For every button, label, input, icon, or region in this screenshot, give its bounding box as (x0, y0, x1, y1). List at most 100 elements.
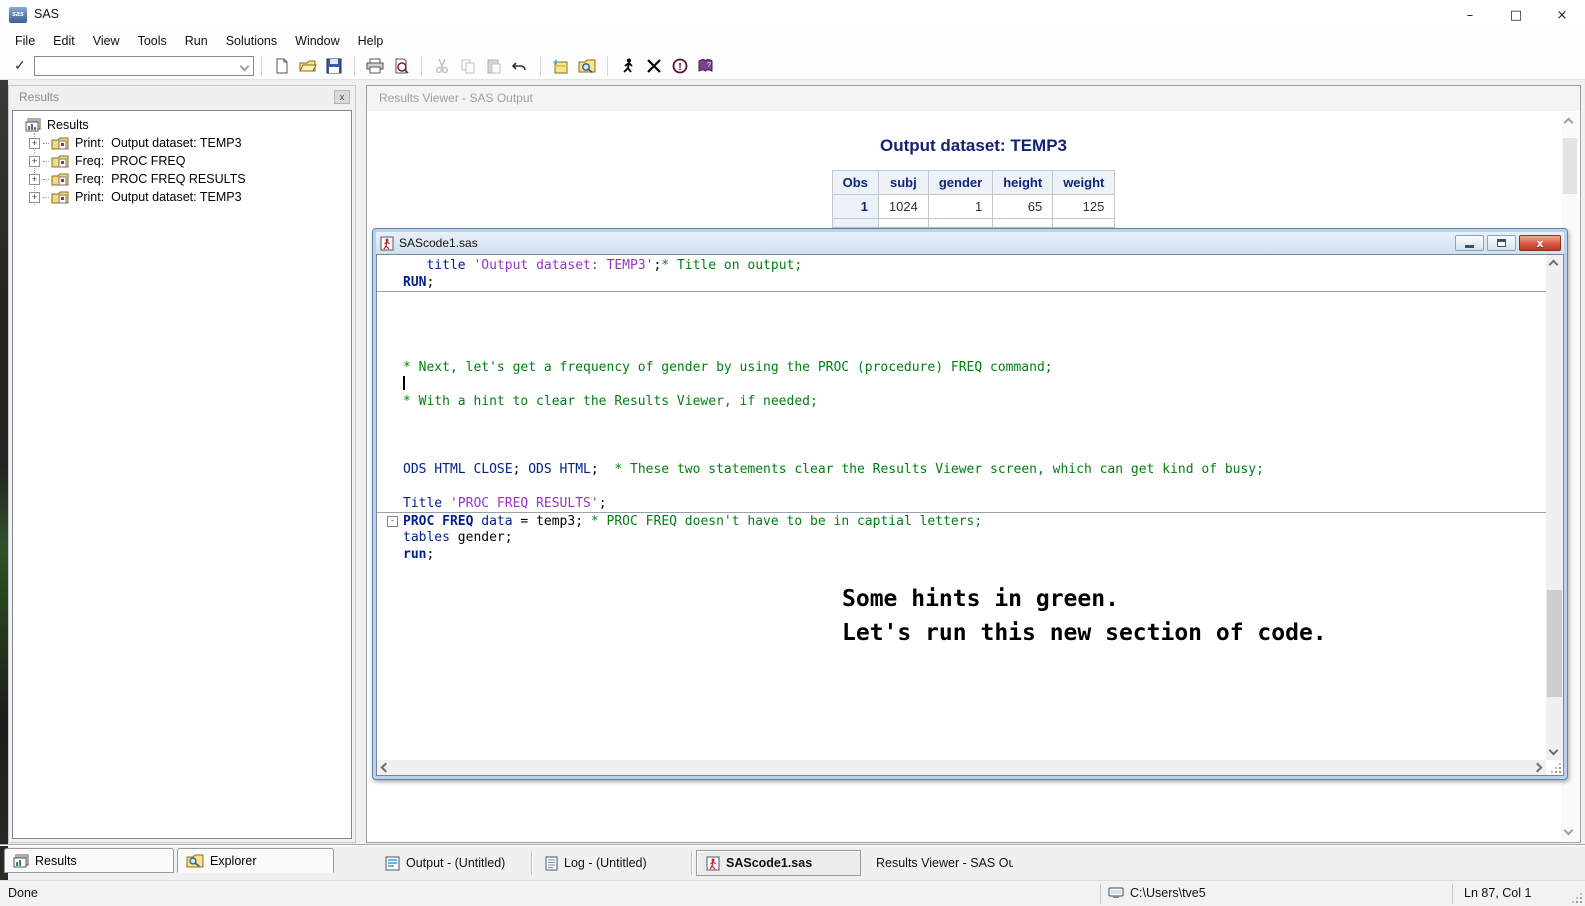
menu-run[interactable]: Run (176, 32, 217, 50)
text-caret (403, 376, 405, 390)
sas-application-window: sas SAS – □ × File Edit View Tools Run S… (0, 0, 1585, 906)
results-viewer-title[interactable]: Results Viewer - SAS Output (367, 86, 1580, 111)
editor-horizontal-scrollbar[interactable] (377, 760, 1546, 775)
editor-title-bar[interactable]: SAScode1.sas x (376, 232, 1564, 254)
tree-item-freq-1[interactable]: + Freq: PROC FREQ (19, 152, 351, 170)
menu-edit[interactable]: Edit (44, 32, 84, 50)
line-margin (377, 495, 403, 512)
tree-item-freq-2[interactable]: + Freq: PROC FREQ RESULTS (19, 170, 351, 188)
code-line[interactable]: title 'Output dataset: TEMP3';* Title on… (377, 257, 1546, 274)
menu-help[interactable]: Help (349, 32, 393, 50)
code-line[interactable]: Title 'PROC FREQ RESULTS'; (377, 495, 1546, 512)
code-line[interactable] (377, 308, 1546, 325)
taskbar-log-button[interactable]: Log - (Untitled) (536, 850, 688, 876)
menu-solutions[interactable]: Solutions (217, 32, 286, 50)
cursor-position: Ln 87, Col 1 (1464, 886, 1531, 900)
new-library-button[interactable] (549, 54, 573, 78)
expand-plus-icon[interactable]: + (29, 156, 40, 167)
code-line[interactable]: -PROC FREQ data = temp3; * PROC FREQ doe… (377, 512, 1546, 529)
chevron-down-icon[interactable] (239, 61, 249, 71)
code-line[interactable] (377, 291, 1546, 308)
menu-window[interactable]: Window (286, 32, 348, 50)
scroll-down-icon[interactable] (1564, 826, 1574, 836)
results-panel-close-button[interactable]: x (334, 90, 350, 104)
line-margin (377, 444, 403, 461)
code-line[interactable]: run; (377, 546, 1546, 563)
scrollbar-thumb[interactable] (1547, 590, 1562, 697)
col-subj: subj (878, 171, 928, 195)
code-line[interactable] (377, 444, 1546, 461)
code-line[interactable]: RUN; (377, 274, 1546, 291)
taskbar-results-viewer-button[interactable]: Results Viewer - SAS Ou... (861, 850, 1013, 876)
line-margin (377, 478, 403, 495)
code-line[interactable]: * Next, let's get a frequency of gender … (377, 359, 1546, 376)
code-line[interactable] (377, 376, 1546, 393)
line-margin (377, 461, 403, 478)
break-button[interactable] (642, 54, 666, 78)
command-input[interactable] (37, 58, 235, 74)
code-line[interactable] (377, 342, 1546, 359)
line-margin (377, 529, 403, 546)
line-margin (377, 427, 403, 444)
tree-item-print-2[interactable]: + Print: Output dataset: TEMP3 (19, 188, 351, 206)
code-line[interactable] (377, 325, 1546, 342)
save-button[interactable] (322, 54, 346, 78)
undo-button[interactable] (508, 54, 532, 78)
help-button[interactable]: ? (694, 54, 718, 78)
submit-run-button[interactable] (616, 54, 640, 78)
editor-title: SAScode1.sas (399, 236, 478, 250)
results-panel: Results x Results + Print: Output datase… (8, 85, 356, 843)
code-line[interactable]: * With a hint to clear the Results Viewe… (377, 393, 1546, 410)
editor-vertical-scrollbar[interactable] (1546, 255, 1563, 760)
resize-grip[interactable] (1551, 763, 1561, 773)
editor-minimize-button[interactable] (1455, 235, 1484, 251)
scroll-left-icon[interactable] (381, 763, 391, 773)
new-document-button[interactable] (270, 54, 294, 78)
editor-restore-button[interactable] (1487, 235, 1516, 251)
print-preview-button[interactable] (389, 54, 413, 78)
open-button[interactable] (296, 54, 320, 78)
code-line[interactable] (377, 478, 1546, 495)
maximize-button[interactable]: □ (1493, 0, 1539, 30)
stop-button[interactable]: ! (668, 54, 692, 78)
expand-plus-icon[interactable]: + (29, 192, 40, 203)
print-button[interactable] (363, 54, 387, 78)
tree-root-results[interactable]: Results (19, 116, 351, 134)
minimize-button[interactable]: – (1447, 0, 1493, 30)
explorer-button[interactable] (575, 54, 599, 78)
scrollbar-thumb[interactable] (1563, 138, 1577, 194)
close-button[interactable]: × (1539, 0, 1585, 30)
tree-item-print-1[interactable]: + Print: Output dataset: TEMP3 (19, 134, 351, 152)
code-line[interactable] (377, 427, 1546, 444)
menu-view[interactable]: View (84, 32, 129, 50)
collapse-section-icon[interactable]: - (387, 516, 398, 527)
scroll-right-icon[interactable] (1533, 763, 1543, 773)
taskbar-output-button[interactable]: Output - (Untitled) (376, 850, 528, 876)
results-root-icon (25, 118, 41, 132)
code-line[interactable] (377, 410, 1546, 427)
taskbar-editor-button[interactable]: SAScode1.sas (696, 850, 861, 876)
tab-explorer[interactable]: Explorer (177, 848, 334, 873)
scroll-up-icon[interactable] (1564, 118, 1574, 128)
menu-tools[interactable]: Tools (129, 32, 176, 50)
code-line[interactable]: tables gender; (377, 529, 1546, 546)
code-editor-area[interactable]: title 'Output dataset: TEMP3';* Title on… (377, 255, 1546, 760)
editor-close-button[interactable]: x (1519, 235, 1561, 251)
tab-results[interactable]: Results (4, 848, 174, 873)
menu-file[interactable]: File (6, 32, 44, 50)
scroll-down-icon[interactable] (1549, 746, 1559, 756)
expand-plus-icon[interactable]: + (29, 138, 40, 149)
command-check-icon: ✓ (14, 57, 26, 74)
window-resize-grip[interactable] (1570, 891, 1582, 903)
command-combobox[interactable] (34, 56, 254, 76)
annotation-overlay: Some hints in green.Let's run this new s… (842, 582, 1327, 650)
scroll-up-icon[interactable] (1549, 260, 1559, 270)
cut-icon (435, 58, 449, 74)
open-folder-icon (299, 58, 317, 74)
col-gender: gender (928, 171, 992, 195)
table-header-row: Obs subj gender height weight (832, 171, 1115, 195)
save-icon (326, 58, 342, 74)
window-taskbar: Output - (Untitled) Log - (Untitled) SAS… (366, 846, 1585, 880)
code-line[interactable]: ODS HTML CLOSE; ODS HTML; * These two st… (377, 461, 1546, 478)
expand-plus-icon[interactable]: + (29, 174, 40, 185)
